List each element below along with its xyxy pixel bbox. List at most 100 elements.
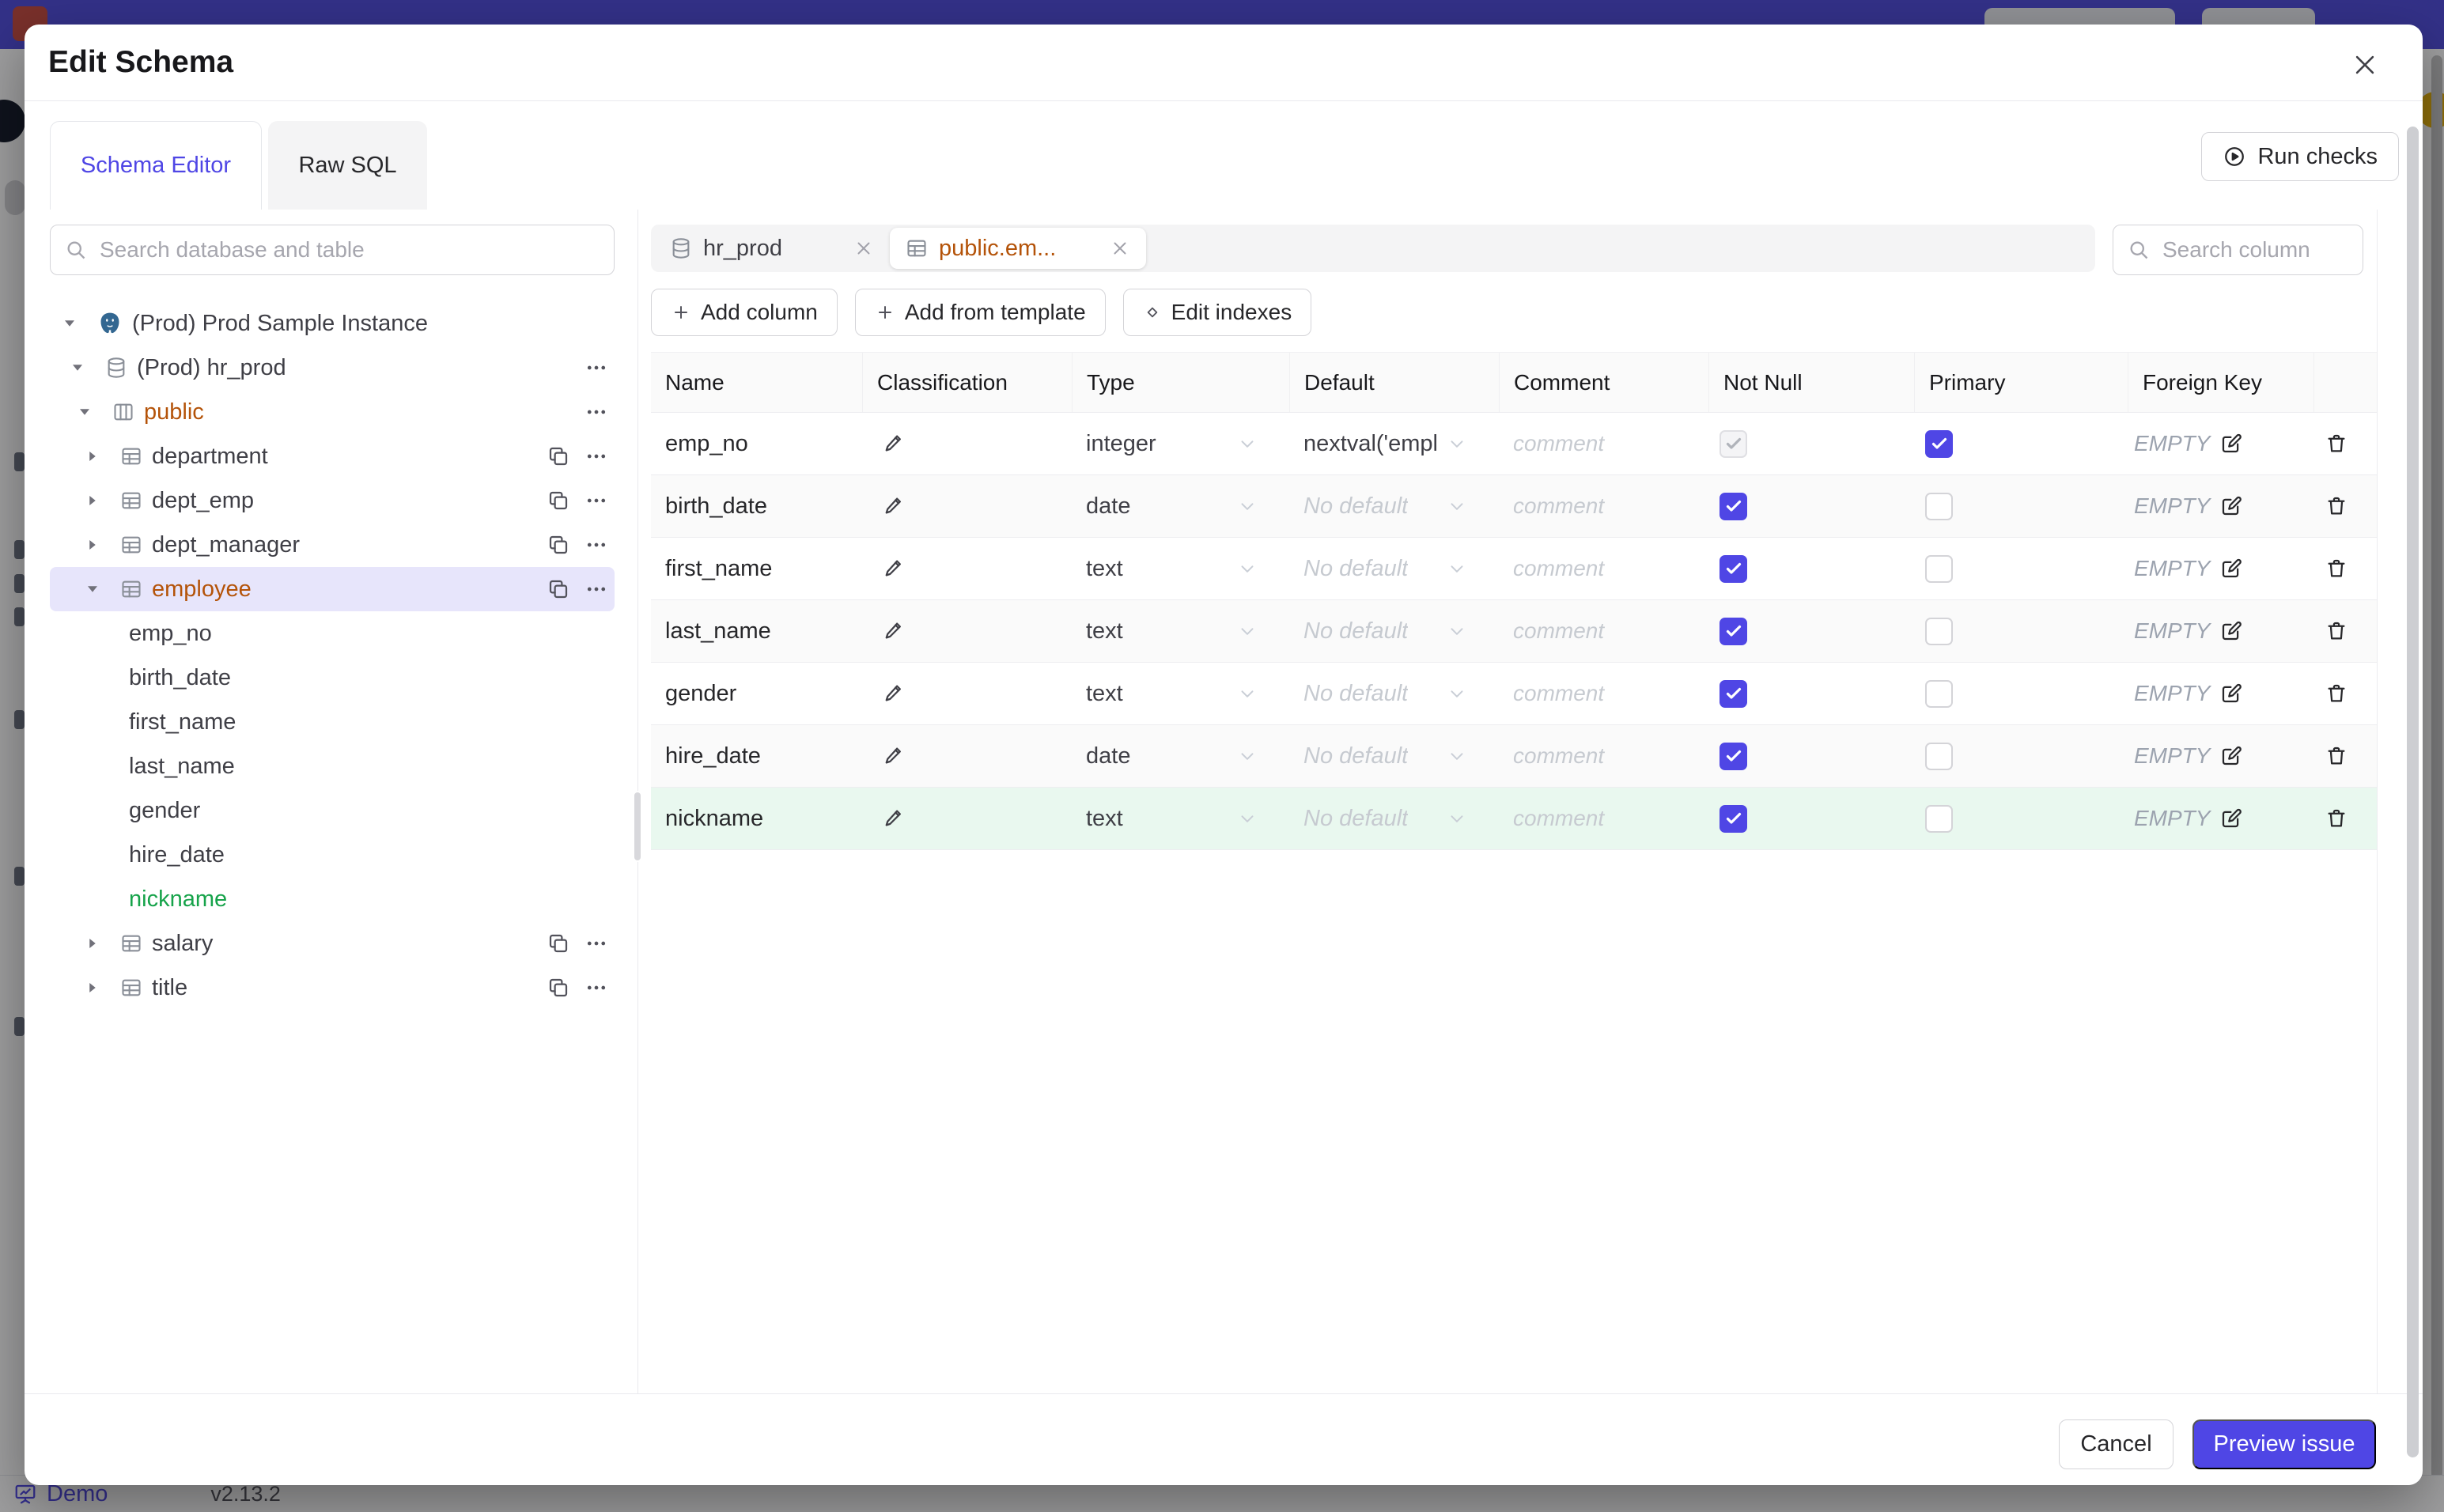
- more-menu-icon[interactable]: [585, 533, 608, 557]
- tree-item--prod-prod-sample-instance[interactable]: (Prod) Prod Sample Instance: [50, 301, 615, 346]
- tree-item-emp-no[interactable]: emp_no: [50, 611, 615, 656]
- tree-item-salary[interactable]: salary: [50, 921, 615, 966]
- chevron-right-icon[interactable]: [85, 449, 101, 463]
- more-menu-icon[interactable]: [585, 932, 608, 955]
- tree-item-last-name[interactable]: last_name: [50, 744, 615, 788]
- tree-item-dept-emp[interactable]: dept_emp: [50, 478, 615, 523]
- delete-column-icon[interactable]: [2325, 619, 2348, 643]
- not-null-checkbox[interactable]: [1720, 617, 1747, 645]
- add-column-button[interactable]: Add column: [651, 289, 838, 336]
- delete-column-icon[interactable]: [2325, 807, 2348, 830]
- editor-tab-hr-prod[interactable]: hr_prod: [654, 228, 890, 269]
- delete-column-icon[interactable]: [2325, 744, 2348, 768]
- not-null-checkbox[interactable]: [1720, 804, 1747, 833]
- comment-input[interactable]: comment: [1499, 556, 1708, 581]
- type-select[interactable]: text: [1072, 681, 1289, 707]
- more-menu-icon[interactable]: [585, 444, 608, 468]
- primary-checkbox[interactable]: [1925, 679, 1953, 708]
- tab-schema-editor[interactable]: Schema Editor: [50, 121, 262, 210]
- tree-item-department[interactable]: department: [50, 434, 615, 478]
- column-name-cell[interactable]: gender: [651, 681, 862, 707]
- primary-checkbox[interactable]: [1925, 617, 1953, 645]
- tree-item-title[interactable]: title: [50, 966, 615, 1010]
- edit-foreign-key-icon[interactable]: [2219, 744, 2243, 768]
- more-menu-icon[interactable]: [585, 400, 608, 424]
- copy-icon[interactable]: [547, 577, 570, 601]
- tree-item-birth-date[interactable]: birth_date: [50, 656, 615, 700]
- default-select[interactable]: No default: [1289, 493, 1499, 520]
- copy-icon[interactable]: [547, 976, 570, 1000]
- type-select[interactable]: text: [1072, 556, 1289, 582]
- column-name-cell[interactable]: first_name: [651, 556, 862, 582]
- editor-tab-public-em-[interactable]: public.em...: [890, 228, 1146, 269]
- edit-classification-icon[interactable]: [883, 494, 906, 518]
- comment-input[interactable]: comment: [1499, 743, 1708, 769]
- column-name-cell[interactable]: emp_no: [651, 431, 862, 457]
- edit-classification-icon[interactable]: [883, 744, 906, 768]
- chevron-right-icon[interactable]: [85, 538, 101, 552]
- copy-icon[interactable]: [547, 444, 570, 468]
- edit-classification-icon[interactable]: [883, 432, 906, 455]
- run-checks-button[interactable]: Run checks: [2201, 132, 2399, 181]
- comment-input[interactable]: comment: [1499, 681, 1708, 706]
- not-null-checkbox[interactable]: [1720, 679, 1747, 708]
- comment-input[interactable]: comment: [1499, 618, 1708, 644]
- close-tab-icon[interactable]: [1110, 238, 1130, 259]
- delete-column-icon[interactable]: [2325, 682, 2348, 705]
- edit-foreign-key-icon[interactable]: [2219, 682, 2243, 705]
- chevron-down-icon[interactable]: [62, 316, 78, 331]
- chevron-right-icon[interactable]: [85, 493, 101, 508]
- chevron-down-icon[interactable]: [78, 405, 93, 419]
- edit-classification-icon[interactable]: [883, 619, 906, 643]
- edit-indexes-button[interactable]: Edit indexes: [1122, 289, 1312, 336]
- more-menu-icon[interactable]: [585, 489, 608, 512]
- delete-column-icon[interactable]: [2325, 557, 2348, 580]
- default-select[interactable]: No default: [1289, 806, 1499, 832]
- edit-foreign-key-icon[interactable]: [2219, 619, 2243, 643]
- default-select[interactable]: nextval('employ: [1289, 431, 1499, 457]
- tree-item-dept-manager[interactable]: dept_manager: [50, 523, 615, 567]
- not-null-checkbox[interactable]: [1720, 492, 1747, 520]
- type-select[interactable]: text: [1072, 618, 1289, 644]
- not-null-checkbox[interactable]: [1720, 742, 1747, 770]
- column-search-input[interactable]: [2161, 236, 2363, 263]
- column-name-cell[interactable]: birth_date: [651, 493, 862, 520]
- close-tab-icon[interactable]: [853, 238, 874, 259]
- tab-raw-sql[interactable]: Raw SQL: [268, 121, 427, 210]
- sidebar-resize-handle[interactable]: [633, 791, 642, 862]
- chevron-down-icon[interactable]: [70, 361, 86, 375]
- database-search-input[interactable]: [98, 236, 552, 263]
- copy-icon[interactable]: [547, 489, 570, 512]
- column-name-cell[interactable]: last_name: [651, 618, 862, 644]
- add-from-template-button[interactable]: Add from template: [854, 289, 1106, 336]
- chevron-right-icon[interactable]: [85, 981, 101, 995]
- comment-input[interactable]: comment: [1499, 806, 1708, 831]
- type-select[interactable]: integer: [1072, 431, 1289, 457]
- tree-item-public[interactable]: public: [50, 390, 615, 434]
- comment-input[interactable]: comment: [1499, 493, 1708, 519]
- modal-scrollbar[interactable]: [2407, 127, 2419, 1457]
- tree-item-nickname[interactable]: nickname: [50, 877, 615, 921]
- default-select[interactable]: No default: [1289, 743, 1499, 769]
- chevron-down-icon[interactable]: [85, 582, 101, 596]
- tree-item-gender[interactable]: gender: [50, 788, 615, 833]
- primary-checkbox[interactable]: [1925, 554, 1953, 583]
- edit-foreign-key-icon[interactable]: [2219, 494, 2243, 518]
- tree-item-hire-date[interactable]: hire_date: [50, 833, 615, 877]
- edit-foreign-key-icon[interactable]: [2219, 432, 2243, 455]
- edit-foreign-key-icon[interactable]: [2219, 807, 2243, 830]
- edit-classification-icon[interactable]: [883, 557, 906, 580]
- primary-checkbox[interactable]: [1925, 742, 1953, 770]
- default-select[interactable]: No default: [1289, 681, 1499, 707]
- tree-item-employee[interactable]: employee: [50, 567, 615, 611]
- cancel-button[interactable]: Cancel: [2059, 1419, 2173, 1469]
- type-select[interactable]: date: [1072, 743, 1289, 769]
- copy-icon[interactable]: [547, 932, 570, 955]
- more-menu-icon[interactable]: [585, 976, 608, 1000]
- preview-issue-button[interactable]: Preview issue: [2192, 1419, 2376, 1469]
- column-name-cell[interactable]: nickname: [651, 806, 862, 832]
- type-select[interactable]: date: [1072, 493, 1289, 520]
- more-menu-icon[interactable]: [585, 356, 608, 380]
- more-menu-icon[interactable]: [585, 577, 608, 601]
- edit-foreign-key-icon[interactable]: [2219, 557, 2243, 580]
